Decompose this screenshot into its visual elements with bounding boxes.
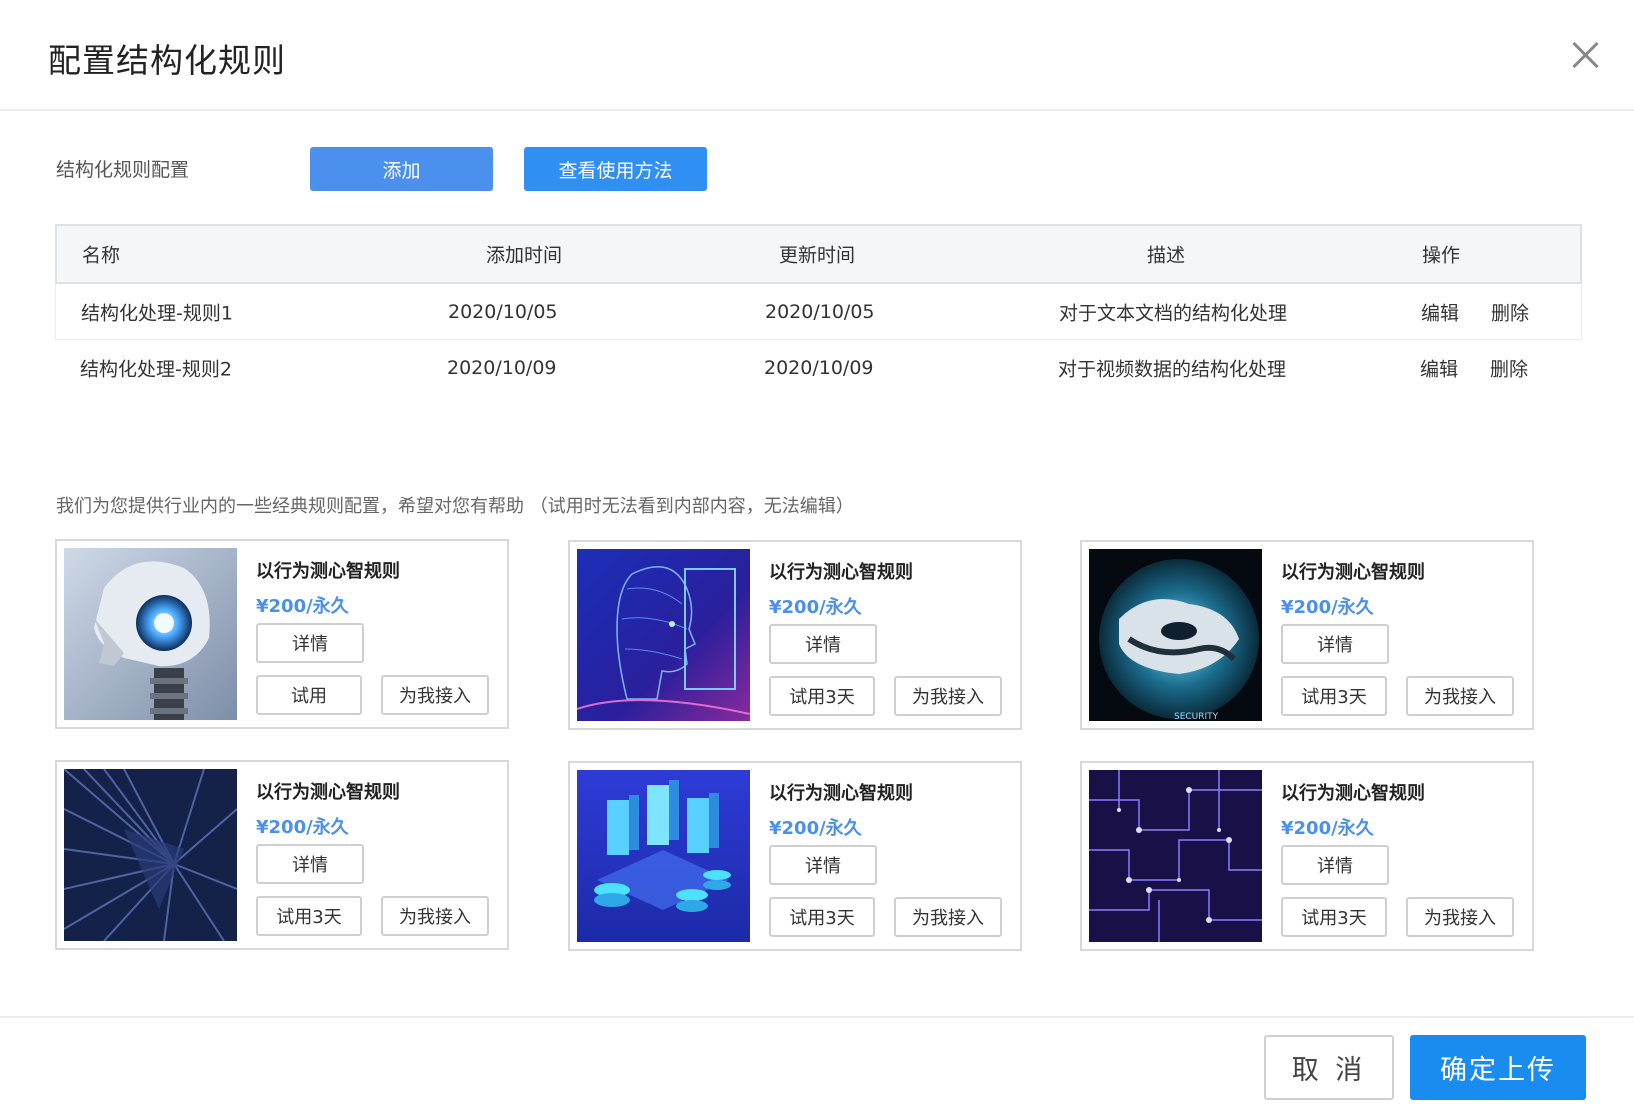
table-row: 结构化处理-规则2 2020/10/09 2020/10/09 对于视频数据的结… <box>55 340 1582 396</box>
template-card: 以行为测心智规则 ¥200/永久 详情 试用 为我接入 <box>55 539 509 729</box>
circuit-board-image <box>1089 770 1262 942</box>
header-added: 添加时间 <box>486 244 563 267</box>
delete-link[interactable]: 删除 <box>1491 298 1529 325</box>
card-title: 以行为测心智规则 <box>769 562 913 583</box>
template-card: 以行为测心智规则 ¥200/永久 详情 试用3天 为我接入 <box>568 761 1022 951</box>
detail-button[interactable]: 详情 <box>256 844 364 884</box>
view-usage-button[interactable]: 查看使用方法 <box>524 147 707 191</box>
access-button[interactable]: 为我接入 <box>381 896 489 936</box>
cell-name: 结构化处理-规则1 <box>81 302 233 324</box>
edit-link[interactable]: 编辑 <box>1420 355 1458 382</box>
access-button[interactable]: 为我接入 <box>1406 676 1514 716</box>
header-name: 名称 <box>82 244 121 267</box>
access-button[interactable]: 为我接入 <box>1406 897 1514 937</box>
detail-button[interactable]: 详情 <box>256 623 364 663</box>
card-price: ¥200/永久 <box>769 818 862 839</box>
trial-button[interactable]: 试用3天 <box>769 676 875 716</box>
abstract-rays-image <box>64 769 237 941</box>
templates-hint: 我们为您提供行业内的一些经典规则配置，希望对您有帮助 （试用时无法看到内部内容，… <box>56 496 854 517</box>
template-card: 以行为测心智规则 ¥200/永久 详情 试用3天 为我接入 <box>568 540 1022 730</box>
close-icon[interactable] <box>1566 36 1606 76</box>
dialog-title: 配置结构化规则 <box>48 41 286 80</box>
card-title: 以行为测心智规则 <box>256 782 400 803</box>
robot-head-image <box>64 548 237 720</box>
access-button[interactable]: 为我接入 <box>894 897 1002 937</box>
card-title: 以行为测心智规则 <box>1281 562 1425 583</box>
detail-button[interactable]: 详情 <box>769 845 877 885</box>
header-desc: 描述 <box>1147 244 1186 267</box>
cell-added: 2020/10/09 <box>447 357 557 379</box>
table-row: 结构化处理-规则1 2020/10/05 2020/10/05 对于文本文档的结… <box>55 284 1582 340</box>
detail-button[interactable]: 详情 <box>1281 624 1389 664</box>
cell-name: 结构化处理-规则2 <box>80 358 232 381</box>
template-card: 以行为测心智规则 ¥200/永久 详情 试用3天 为我接入 <box>1080 761 1534 951</box>
add-button[interactable]: 添加 <box>310 147 493 191</box>
trial-button[interactable]: 试用3天 <box>1281 676 1387 716</box>
rules-table: 名称 添加时间 更新时间 描述 操作 结构化处理-规则1 2020/10/05 … <box>55 224 1582 396</box>
trial-button[interactable]: 试用3天 <box>769 897 875 937</box>
config-dialog: 配置结构化规则 结构化规则配置 添加 查看使用方法 名称 添加时间 更新时间 描… <box>0 0 1634 1120</box>
header-updated: 更新时间 <box>779 244 856 267</box>
cell-updated: 2020/10/05 <box>765 300 875 323</box>
template-card: 以行为测心智规则 ¥200/永久 详情 试用3天 为我接入 <box>55 760 509 950</box>
rule-config-label: 结构化规则配置 <box>56 159 190 181</box>
cell-desc: 对于视频数据的结构化处理 <box>1058 358 1287 381</box>
trial-button[interactable]: 试用3天 <box>256 896 362 936</box>
header-actions: 操作 <box>1422 244 1461 267</box>
cell-added: 2020/10/05 <box>448 300 558 323</box>
cell-updated: 2020/10/09 <box>764 357 874 379</box>
card-title: 以行为测心智规则 <box>769 783 913 804</box>
card-price: ¥200/永久 <box>1281 597 1374 618</box>
card-price: ¥200/永久 <box>1281 818 1374 839</box>
detail-button[interactable]: 详情 <box>1281 845 1389 885</box>
card-title: 以行为测心智规则 <box>256 561 400 582</box>
trial-button[interactable]: 试用 <box>256 675 362 715</box>
face-scan-image <box>577 549 750 721</box>
template-card: SECURITY 以行为测心智规则 ¥200/永久 详情 试用3天 为我接入 <box>1080 540 1534 730</box>
card-title: 以行为测心智规则 <box>1281 783 1425 804</box>
cancel-button[interactable]: 取 消 <box>1264 1035 1394 1100</box>
access-button[interactable]: 为我接入 <box>381 675 489 715</box>
trial-button[interactable]: 试用3天 <box>1281 897 1387 937</box>
detail-button[interactable]: 详情 <box>769 624 877 664</box>
card-price: ¥200/永久 <box>256 596 349 617</box>
edit-link[interactable]: 编辑 <box>1421 298 1459 325</box>
delete-link[interactable]: 删除 <box>1490 355 1528 382</box>
dialog-header: 配置结构化规则 <box>0 0 1634 111</box>
security-caption: SECURITY <box>1174 712 1219 721</box>
confirm-upload-button[interactable]: 确定上传 <box>1410 1035 1586 1100</box>
card-price: ¥200/永久 <box>256 817 349 838</box>
card-price: ¥200/永久 <box>769 597 862 618</box>
access-button[interactable]: 为我接入 <box>894 676 1002 716</box>
security-globe-image: SECURITY <box>1089 549 1262 721</box>
table-header: 名称 添加时间 更新时间 描述 操作 <box>55 224 1582 284</box>
cell-desc: 对于文本文档的结构化处理 <box>1059 302 1288 324</box>
isometric-servers-image <box>577 770 750 942</box>
